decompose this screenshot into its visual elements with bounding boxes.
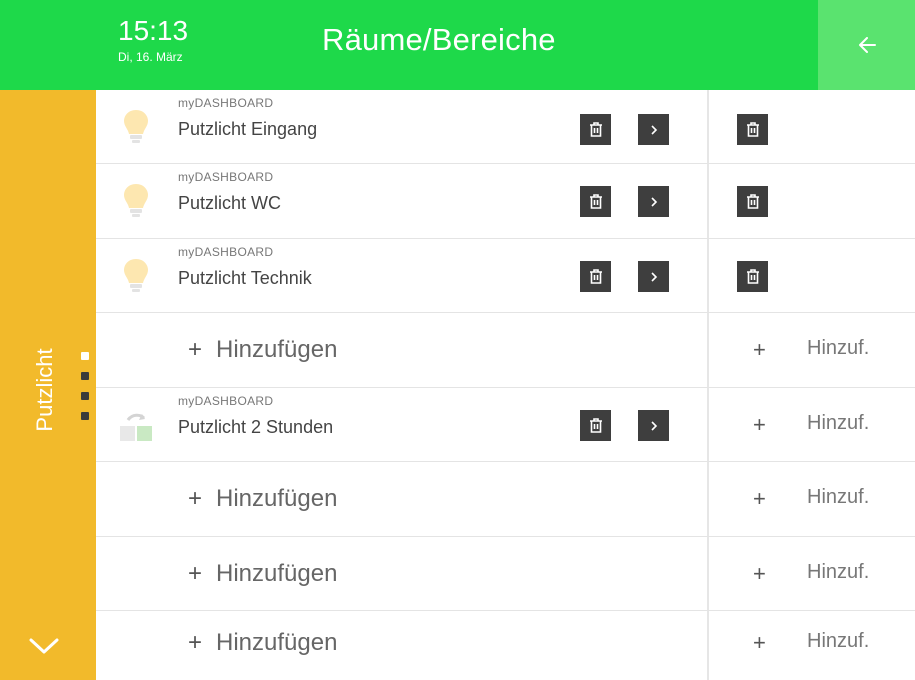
item-source: myDASHBOARD — [178, 170, 274, 184]
group-label[interactable]: Putzlicht — [32, 348, 58, 431]
page-dot[interactable] — [81, 392, 89, 400]
item-source: myDASHBOARD — [178, 96, 274, 110]
header-bar: 15:13 Di, 16. März Räume/Bereiche — [0, 0, 915, 90]
delete-button-side[interactable] — [737, 261, 768, 292]
list-item: myDASHBOARD Putzlicht Eingang — [96, 90, 915, 164]
arrow-left-icon — [858, 37, 876, 53]
add-side-button[interactable]: Hinzuf. — [807, 486, 869, 509]
item-name[interactable]: Putzlicht 2 Stunden — [178, 417, 333, 438]
item-name[interactable]: Putzlicht Technik — [178, 268, 312, 289]
delete-button[interactable] — [580, 186, 611, 217]
page-dot[interactable] — [81, 372, 89, 380]
light-bulb-icon — [124, 184, 148, 217]
item-source: myDASHBOARD — [178, 394, 274, 408]
add-label: Hinzufügen — [216, 560, 338, 587]
list-item: myDASHBOARD Putzlicht Technik — [96, 239, 915, 313]
chevron-right-icon — [650, 420, 657, 431]
light-bulb-icon — [124, 259, 148, 292]
trash-icon — [589, 269, 602, 284]
rows-list: myDASHBOARD Putzlicht Eingang myDASHBOAR… — [96, 90, 915, 680]
open-details-button[interactable] — [638, 186, 669, 217]
page-dot[interactable] — [81, 412, 89, 420]
plus-icon: + — [188, 485, 203, 512]
add-row: + Hinzufügen + Hinzuf. — [96, 537, 915, 611]
add-item-button[interactable]: + Hinzufügen — [188, 629, 337, 657]
add-side-button[interactable]: Hinzuf. — [807, 561, 869, 584]
list-item: myDASHBOARD Putzlicht WC — [96, 164, 915, 239]
rooms-screen: 15:13 Di, 16. März Räume/Bereiche Putzli… — [0, 0, 915, 680]
open-details-button[interactable] — [638, 261, 669, 292]
trash-icon — [589, 418, 602, 433]
add-item-button[interactable]: + Hinzufügen — [188, 560, 337, 588]
list-item: myDASHBOARD Putzlicht 2 Stunden + Hinzuf… — [96, 388, 915, 462]
plus-icon: + — [188, 560, 203, 587]
add-side-button[interactable]: Hinzuf. — [807, 337, 869, 360]
scene-icon — [120, 413, 152, 441]
item-name[interactable]: Putzlicht WC — [178, 193, 281, 214]
plus-icon[interactable]: + — [753, 561, 766, 587]
chevron-right-icon — [650, 196, 657, 207]
chevron-right-icon — [650, 271, 657, 282]
item-name[interactable]: Putzlicht Eingang — [178, 119, 317, 140]
item-source: myDASHBOARD — [178, 245, 274, 259]
open-details-button[interactable] — [638, 410, 669, 441]
delete-button-side[interactable] — [737, 114, 768, 145]
delete-button[interactable] — [580, 261, 611, 292]
trash-icon — [746, 269, 759, 284]
back-button[interactable] — [818, 0, 915, 90]
plus-icon: + — [188, 629, 203, 656]
add-side-button[interactable]: Hinzuf. — [807, 412, 869, 435]
add-label: Hinzufügen — [216, 485, 338, 512]
trash-icon — [746, 194, 759, 209]
page-dot-active[interactable] — [81, 352, 89, 360]
add-row: + Hinzufügen + Hinzuf. — [96, 313, 915, 388]
add-label: Hinzufügen — [216, 336, 338, 363]
plus-icon[interactable]: + — [753, 486, 766, 512]
plus-icon: + — [188, 336, 203, 363]
page-title: Räume/Bereiche — [322, 22, 556, 57]
trash-icon — [746, 122, 759, 137]
add-side-button[interactable]: Hinzuf. — [807, 630, 869, 653]
open-details-button[interactable] — [638, 114, 669, 145]
add-row: + Hinzufügen + Hinzuf. — [96, 462, 915, 537]
add-item-button[interactable]: + Hinzufügen — [188, 336, 337, 364]
delete-button[interactable] — [580, 410, 611, 441]
delete-button-side[interactable] — [737, 186, 768, 217]
add-label: Hinzufügen — [216, 629, 338, 656]
chevron-right-icon — [650, 124, 657, 135]
chevron-down-icon[interactable] — [28, 636, 60, 656]
plus-icon[interactable]: + — [753, 337, 766, 363]
add-item-button[interactable]: + Hinzufügen — [188, 485, 337, 513]
clock: 15:13 Di, 16. März — [118, 15, 189, 65]
light-bulb-icon — [124, 110, 148, 143]
plus-icon[interactable]: + — [753, 630, 766, 656]
trash-icon — [589, 122, 602, 137]
add-row: + Hinzufügen + Hinzuf. — [96, 611, 915, 680]
clock-time: 15:13 — [118, 15, 189, 46]
clock-date: Di, 16. März — [118, 50, 183, 64]
delete-button[interactable] — [580, 114, 611, 145]
plus-icon[interactable]: + — [753, 412, 766, 438]
trash-icon — [589, 194, 602, 209]
